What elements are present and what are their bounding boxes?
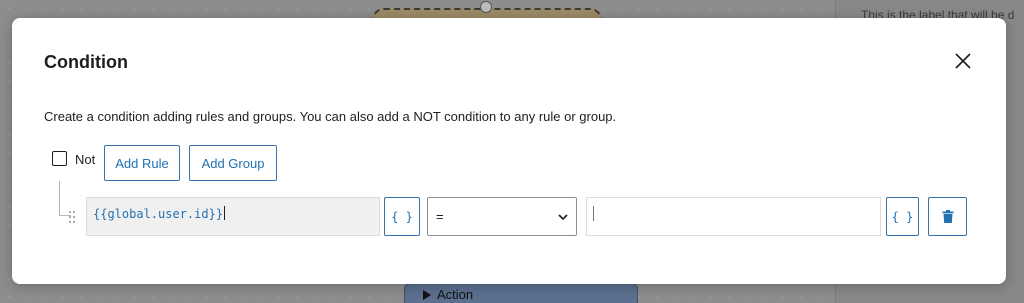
- condition-modal: Condition Create a condition adding rule…: [12, 18, 1006, 284]
- modal-title: Condition: [44, 52, 128, 72]
- close-icon: [955, 53, 971, 69]
- not-label: Not: [75, 152, 96, 167]
- drag-handle-icon[interactable]: [68, 210, 76, 224]
- add-rule-button[interactable]: Add Rule: [104, 145, 180, 181]
- background-action-node: Action: [404, 283, 638, 303]
- rule-left-value-input[interactable]: {{global.user.id}}: [86, 197, 380, 236]
- delete-rule-button[interactable]: [928, 197, 967, 236]
- play-triangle-icon: [423, 290, 431, 300]
- text-caret: [593, 206, 594, 221]
- template-variable: global.user.id: [107, 207, 209, 221]
- operator-select[interactable]: =: [427, 197, 577, 236]
- trash-icon: [942, 210, 953, 223]
- text-caret: [224, 206, 226, 220]
- template-close-brace: }}: [208, 207, 224, 221]
- rule-right-value-input[interactable]: [586, 197, 881, 236]
- not-checkbox[interactable]: [52, 151, 67, 166]
- chevron-down-icon: [558, 214, 568, 221]
- close-button[interactable]: [950, 48, 976, 74]
- insert-variable-button-right[interactable]: { }: [886, 197, 919, 236]
- add-group-button[interactable]: Add Group: [189, 145, 277, 181]
- insert-variable-button-left[interactable]: { }: [384, 197, 420, 236]
- modal-description: Create a condition adding rules and grou…: [44, 109, 617, 124]
- operator-value: =: [436, 209, 444, 224]
- action-node-label: Action: [437, 287, 474, 302]
- background-node-connector: [480, 1, 492, 13]
- template-open-brace: {{: [93, 207, 108, 221]
